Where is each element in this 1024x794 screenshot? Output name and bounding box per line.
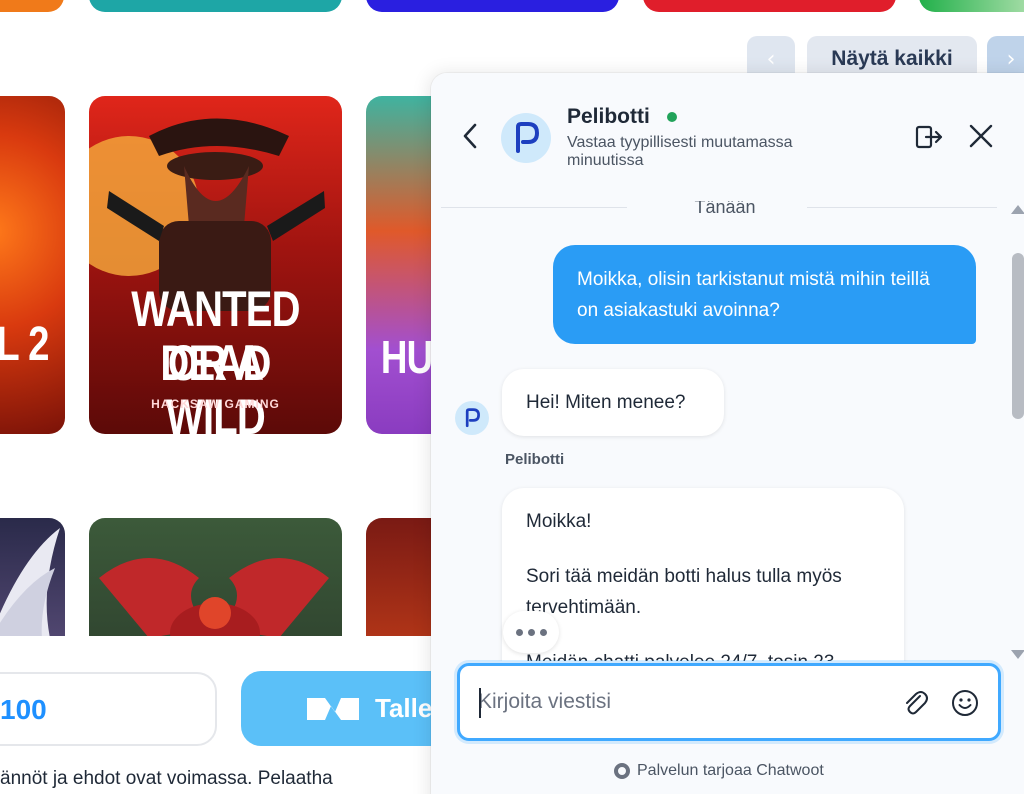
powered-by-label: Palvelun tarjoaa Chatwoot: [637, 762, 824, 779]
chevron-left-icon[interactable]: [459, 121, 481, 151]
incoming-message: Hei! Miten menee?: [502, 369, 724, 436]
chevron-left-icon: ‹: [766, 46, 776, 72]
typing-dot: [527, 628, 535, 636]
chevron-right-icon: ›: [1006, 46, 1016, 72]
category-pill-blue[interactable]: [366, 0, 619, 12]
bot-logo-icon: [516, 122, 539, 153]
powered-by[interactable]: Palvelun tarjoaa Chatwoot: [614, 762, 824, 780]
chat-widget: Pelibotti Vastaa tyypillisesti muutamass…: [431, 73, 1024, 794]
bot-logo-icon: [465, 408, 480, 428]
game-tile-wanted-title-line2: OR A WILD: [166, 335, 266, 434]
date-label: Tänään: [694, 201, 756, 217]
game-tile-left[interactable]: L 2: [0, 96, 65, 434]
category-pill-red[interactable]: [643, 0, 896, 12]
paperclip-icon[interactable]: [900, 688, 930, 718]
emoji-icon[interactable]: [950, 688, 980, 718]
exit-icon[interactable]: [914, 124, 944, 150]
scroll-up-arrow-icon[interactable]: [1011, 205, 1024, 214]
message-input[interactable]: [478, 680, 878, 724]
game-tile-wanted-provider: HACKSAW GAMING: [151, 397, 280, 411]
amount-value: 100: [0, 694, 47, 725]
scroll-thumb[interactable]: [1012, 253, 1024, 419]
message-paragraph: Sori tää meidän botti halus tulla myös t…: [526, 566, 842, 618]
sender-label: Pelibotti: [505, 451, 565, 468]
text-caret: [479, 688, 481, 718]
date-line-right: [807, 207, 997, 208]
scroll-down-arrow-icon[interactable]: [1011, 650, 1024, 659]
typing-indicator: [503, 611, 559, 653]
date-divider: Tänään: [441, 201, 997, 217]
game-tile-left-title: L 2: [0, 318, 49, 371]
incoming-message-long: Moikka! Sori tää meidän botti halus tull…: [502, 488, 904, 661]
chatwoot-logo-icon: [614, 763, 630, 779]
message-paragraph: Meidän chatti palvelee 24/7, tosin 23: [526, 647, 880, 661]
date-line-left: [441, 207, 627, 208]
game-tile-wanted-dead[interactable]: WANTED DEAD OR A WILD HACKSAW GAMING: [89, 96, 342, 434]
category-pill-green[interactable]: [919, 0, 1024, 12]
typing-dot: [539, 628, 547, 636]
close-icon[interactable]: [968, 123, 994, 149]
message-paragraph: Moikka!: [526, 511, 592, 532]
online-status-dot: [667, 112, 677, 122]
bot-avatar-small: [455, 401, 489, 435]
bot-name: Pelibotti: [567, 105, 650, 128]
terms-text: ännöt ja ehdot ovat voimassa. Pelaatha: [0, 768, 333, 789]
message-list[interactable]: Tänään Moikka, olisin tarkistanut mistä …: [431, 201, 1024, 661]
chat-header: Pelibotti Vastaa tyypillisesti muutamass…: [431, 73, 1024, 201]
wallet-icon: [307, 697, 359, 720]
category-pill-teal[interactable]: [89, 0, 342, 12]
message-composer[interactable]: [457, 663, 1001, 741]
category-pill-orange[interactable]: [0, 0, 64, 12]
bot-avatar: [501, 113, 551, 163]
outgoing-message: Moikka, olisin tarkistanut mistä mihin t…: [553, 245, 976, 344]
bot-response-time: Vastaa tyypillisesti muutamassa minuutis…: [567, 134, 793, 169]
typing-dot: [515, 628, 523, 636]
chat-scrollbar[interactable]: [1011, 205, 1024, 661]
